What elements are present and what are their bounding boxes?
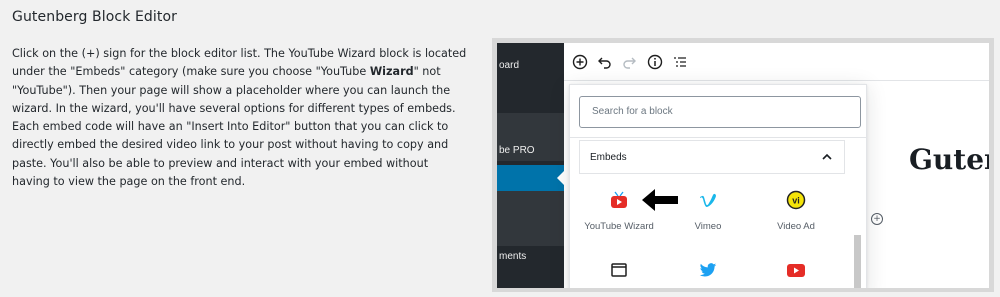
outline-icon — [674, 57, 686, 67]
redo-icon — [623, 57, 636, 69]
inserter-scrollbar-thumb[interactable] — [854, 235, 861, 288]
info-button[interactable] — [646, 53, 664, 71]
redo-button[interactable] — [620, 53, 638, 71]
undo-icon — [598, 57, 611, 69]
embeds-panel-toggle[interactable]: Embeds — [579, 140, 845, 174]
sidebar-active-indicator — [557, 171, 564, 185]
video-ad-icon: vi — [786, 190, 806, 210]
page-heading: Gutenberg Block Editor — [12, 9, 177, 25]
block-youtube[interactable] — [753, 260, 839, 280]
sidebar-item-dashboard[interactable]: oard — [497, 60, 564, 71]
pointer-arrow-icon — [642, 189, 678, 211]
block-label-vimeo: Vimeo — [694, 221, 722, 232]
instructions-paragraph: Click on the (+) sign for the block edit… — [12, 45, 467, 191]
svg-text:vi: vi — [792, 196, 800, 206]
editor-window: oard be PRO ments Gute + Search for a bl… — [497, 43, 989, 288]
sidebar-item-active[interactable] — [497, 165, 564, 191]
embeds-panel-title: Embeds — [590, 152, 627, 163]
block-twitter[interactable] — [665, 260, 751, 280]
block-search-input[interactable]: Search for a block — [579, 96, 861, 128]
canvas-add-block-icon[interactable]: + — [871, 213, 883, 225]
inserter-divider — [570, 137, 866, 138]
add-block-button[interactable] — [571, 53, 589, 71]
instructions-text-2: " not "YouTube"). Then your page will sh… — [12, 65, 456, 189]
youtube-icon — [786, 260, 806, 280]
editor-screenshot: oard be PRO ments Gute + Search for a bl… — [492, 38, 994, 292]
block-inserter-popover: Search for a block Embeds YouTube Wizard — [569, 84, 867, 288]
block-label-video-ad: Video Ad — [777, 221, 815, 232]
twitter-icon — [698, 260, 718, 280]
info-icon — [647, 54, 663, 70]
embed-generic-icon — [609, 260, 629, 280]
youtube-wizard-icon — [609, 190, 629, 210]
post-title[interactable]: Guten — [909, 143, 989, 176]
block-video-ad[interactable]: vi Video Ad — [753, 190, 839, 232]
undo-button[interactable] — [596, 53, 614, 71]
vimeo-icon — [698, 190, 718, 210]
block-label-youtube-wizard: YouTube Wizard — [584, 221, 654, 232]
admin-sidebar: oard be PRO ments — [497, 43, 564, 288]
sidebar-item-comments[interactable]: ments — [497, 251, 564, 262]
sidebar-submenu-2 — [497, 191, 564, 246]
add-block-icon — [572, 54, 588, 70]
chevron-up-icon — [822, 153, 832, 160]
outline-button[interactable] — [671, 53, 689, 71]
block-embed-generic[interactable] — [576, 260, 662, 280]
instructions-bold-wizard: Wizard — [369, 65, 414, 79]
sidebar-item-youtube-pro[interactable]: be PRO — [497, 145, 564, 156]
editor-toolbar — [564, 43, 989, 81]
